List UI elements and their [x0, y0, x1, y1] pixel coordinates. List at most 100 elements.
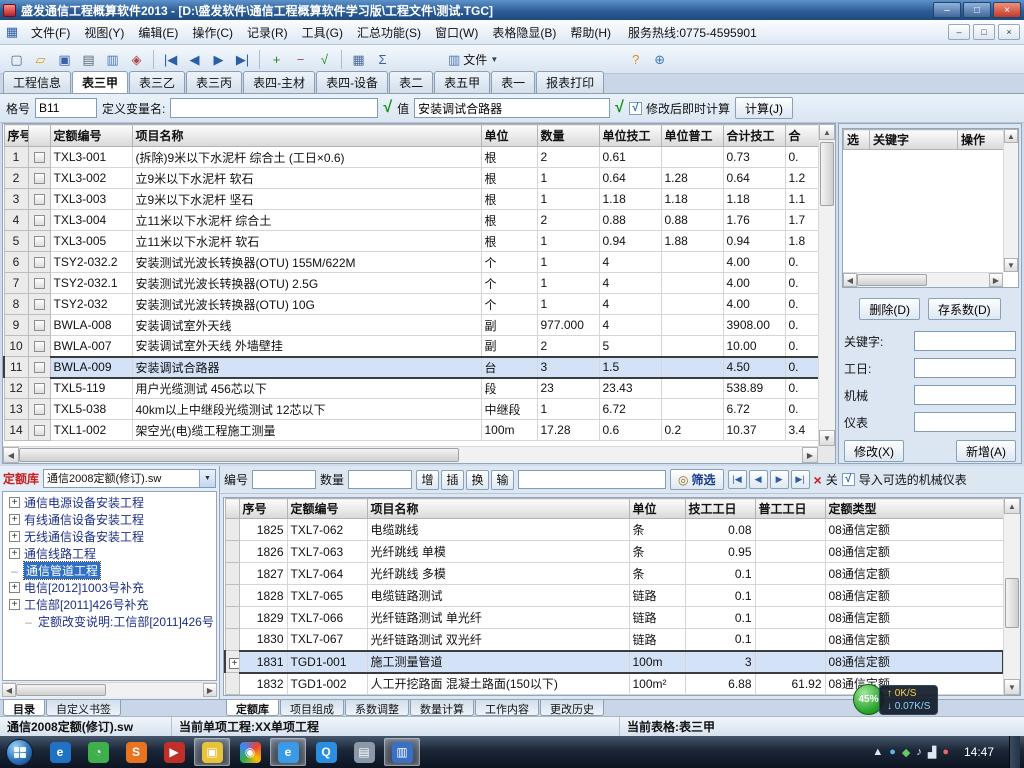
filter-button[interactable]: ◎ 筛选: [670, 469, 724, 490]
cell-ref-input[interactable]: [35, 98, 97, 118]
main-table-row-8[interactable]: 8TSY2-032安装测试光波长转换器(OTU) 10G个144.000.: [4, 294, 819, 315]
scrollbar-thumb[interactable]: [1005, 578, 1019, 628]
main-table-column-header-1[interactable]: 序号: [4, 125, 28, 147]
main-grid-horizontal-scrollbar[interactable]: ◀ ▶: [3, 446, 818, 463]
quota-table-column-header-5[interactable]: 单位: [629, 499, 685, 519]
main-table-column-header-4[interactable]: 项目名称: [132, 125, 481, 147]
taskbar-ie-icon[interactable]: e: [42, 738, 78, 766]
mdi-child-icon[interactable]: ▦: [4, 24, 20, 40]
tray-network-icon[interactable]: ▟: [928, 746, 936, 759]
sum-icon[interactable]: Σ: [371, 48, 394, 71]
last-record-icon[interactable]: ▶|: [231, 48, 254, 71]
tree-tab-2[interactable]: 自定义书签: [46, 700, 121, 716]
main-table-row-button[interactable]: [34, 173, 45, 184]
main-table-row-button[interactable]: [34, 152, 45, 163]
first-page-button[interactable]: |◀: [728, 470, 747, 489]
main-table-row-6[interactable]: 6TSY2-032.2安装测试光波长转换器(OTU) 155M/622M个144…: [4, 252, 819, 273]
main-grid-vertical-scrollbar[interactable]: ▲ ▼: [818, 124, 835, 446]
menu-item-7[interactable]: 汇总功能(S): [350, 20, 428, 45]
main-table-row-button[interactable]: [34, 404, 45, 415]
replace-row-button[interactable]: 换: [466, 470, 489, 490]
scroll-right-button[interactable]: ▶: [203, 683, 217, 697]
taskbar-qq-icon[interactable]: Q: [308, 738, 344, 766]
sheet-tab-7[interactable]: 表二: [389, 71, 433, 93]
sheet-tab-4[interactable]: 表三丙: [186, 71, 242, 93]
main-table-column-header-2[interactable]: [28, 125, 50, 147]
quota-table-row-5[interactable]: 1829TXL7-066光纤链路测试 单光纤链路0.108通信定额: [225, 607, 1003, 629]
main-table-row-13[interactable]: 13TXL5-03840km以上中继段光缆测试 12芯以下中继段16.726.7…: [4, 399, 819, 420]
stamp-icon[interactable]: ◈: [125, 48, 148, 71]
help-icon[interactable]: ?: [624, 48, 647, 71]
main-table-row-button[interactable]: [34, 320, 45, 331]
tree-item-3[interactable]: +无线通信设备安装工程: [3, 528, 216, 545]
main-table-row-9[interactable]: 9BWLA-008安装调试室外天线副977.00043908.000.: [4, 315, 819, 336]
quantity-input[interactable]: [348, 470, 412, 489]
add-row-button[interactable]: 增: [416, 470, 439, 490]
main-table-row-button[interactable]: [34, 257, 45, 268]
quota-tab-6[interactable]: 更改历史: [540, 700, 604, 716]
main-table-column-header-7[interactable]: 单位技工: [599, 125, 661, 147]
tray-volume-icon[interactable]: ♪: [916, 746, 922, 759]
main-table-row-button[interactable]: [34, 299, 45, 310]
quota-table-column-header-8[interactable]: 定额类型: [825, 499, 1003, 519]
insert-row-button[interactable]: 插: [441, 470, 464, 490]
main-table-row-10[interactable]: 10BWLA-007安装调试室外天线 外墙壁挂副2510.000.: [4, 336, 819, 357]
tree-item-1[interactable]: +通信电源设备安装工程: [3, 494, 216, 511]
prev-record-icon[interactable]: ◀: [183, 48, 206, 71]
quota-table-column-header-2[interactable]: 序号: [239, 499, 287, 519]
quota-tab-3[interactable]: 系数调整: [345, 700, 409, 716]
tree-item-5[interactable]: ‒通信管道工程: [3, 562, 216, 579]
scroll-right-button[interactable]: ▶: [989, 273, 1003, 287]
save-icon[interactable]: ▣: [53, 48, 76, 71]
main-table-column-header-3[interactable]: 定额编号: [50, 125, 132, 147]
expander-button[interactable]: +: [229, 658, 239, 669]
quota-table-column-header-4[interactable]: 项目名称: [367, 499, 629, 519]
menu-item-9[interactable]: 表格隐显(B): [485, 20, 563, 45]
scrollbar-thumb[interactable]: [16, 684, 106, 696]
var-confirm-icon[interactable]: √: [383, 100, 392, 116]
mdi-restore-button[interactable]: □: [973, 24, 995, 40]
main-table-row-button[interactable]: [34, 278, 45, 289]
recalc-checkbox[interactable]: √ 修改后即时计算: [629, 100, 730, 117]
scroll-left-button[interactable]: ◀: [843, 273, 857, 287]
next-record-icon[interactable]: ▶: [207, 48, 230, 71]
labor-day-input[interactable]: [914, 358, 1016, 378]
quota-table-column-header-1[interactable]: [225, 499, 239, 519]
recalc-checkbox-box[interactable]: √: [629, 102, 642, 115]
taskbar-360-browser-icon[interactable]: ◔: [80, 738, 116, 766]
import-mech-checkbox[interactable]: √ 导入可选的机械仪表: [842, 471, 967, 488]
taskbar-app-icon[interactable]: ▥: [384, 738, 420, 766]
scrollbar-thumb[interactable]: [857, 274, 927, 286]
scroll-right-button[interactable]: ▶: [802, 447, 818, 463]
quota-tab-2[interactable]: 项目组成: [280, 700, 344, 716]
sheet-tab-3[interactable]: 表三乙: [129, 71, 185, 93]
menu-item-3[interactable]: 编辑(E): [131, 20, 185, 45]
mech-table-column-header-3[interactable]: 操作: [958, 130, 1004, 150]
scroll-down-button[interactable]: ▼: [1004, 258, 1018, 272]
instrument-input[interactable]: [914, 412, 1016, 432]
minimize-button[interactable]: –: [933, 2, 961, 18]
scroll-up-button[interactable]: ▲: [1004, 129, 1018, 143]
add-record-icon[interactable]: +: [265, 48, 288, 71]
main-table-row-11[interactable]: 11BWLA-009安装调试合路器台31.54.500.: [4, 357, 819, 378]
tree-item-2[interactable]: +有线通信设备安装工程: [3, 511, 216, 528]
new-file-icon[interactable]: ▢: [5, 48, 28, 71]
expand-icon[interactable]: +: [9, 582, 20, 593]
scroll-left-button[interactable]: ◀: [2, 683, 16, 697]
main-table-row-button[interactable]: [34, 362, 45, 373]
network-speed-widget[interactable]: 45% ↑ 0K/S ↓ 0.07K/S: [853, 684, 938, 715]
scrollbar-thumb[interactable]: [820, 142, 834, 206]
main-table-row-7[interactable]: 7TSY2-032.1安装测试光波长转换器(OTU) 2.5G个144.000.: [4, 273, 819, 294]
quota-tab-4[interactable]: 数量计算: [410, 700, 474, 716]
tray-alert-icon[interactable]: ●: [942, 746, 949, 759]
var-name-input[interactable]: [170, 98, 378, 118]
value-confirm-icon[interactable]: √: [615, 100, 624, 116]
main-table-row-4[interactable]: 4TXL3-004立11米以下水泥杆 综合土根20.880.881.761.7: [4, 210, 819, 231]
sheet-tab-6[interactable]: 表四-设备: [316, 71, 388, 93]
quota-table-row-7[interactable]: +1831TGD1-001施工测量管道100m308通信定额: [225, 651, 1003, 673]
print-preview-icon[interactable]: ▥: [101, 48, 124, 71]
sheet-tab-10[interactable]: 报表打印: [536, 71, 604, 93]
delete-record-icon[interactable]: −: [289, 48, 312, 71]
quota-search-input[interactable]: [518, 470, 666, 489]
start-button[interactable]: [6, 739, 33, 766]
